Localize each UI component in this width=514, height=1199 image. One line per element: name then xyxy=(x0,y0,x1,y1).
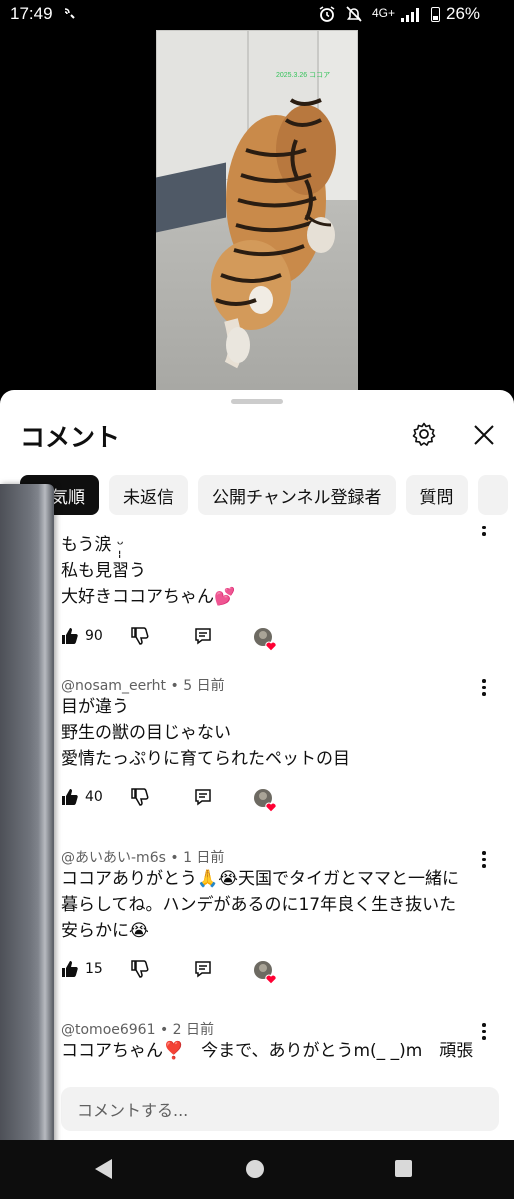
thumbs-down-icon xyxy=(131,627,149,645)
thumbs-down-icon xyxy=(131,788,149,806)
side-overlay-edge xyxy=(38,484,52,1186)
reply-icon xyxy=(195,961,211,978)
home-icon[interactable] xyxy=(246,1160,264,1178)
like-count: 90 xyxy=(85,628,103,644)
sheet-title: コメント xyxy=(20,423,121,452)
battery-percent: 26% xyxy=(446,4,481,23)
reply-button[interactable] xyxy=(194,627,212,645)
comment-line: 野生の獣の目じゃない xyxy=(61,723,231,743)
comment-line: もう涙 ᵕ̩̩ xyxy=(61,535,124,555)
like-count: 15 xyxy=(85,961,103,977)
close-icon xyxy=(474,425,494,445)
comment-actions: 90 xyxy=(61,627,501,653)
chip-more[interactable] xyxy=(477,475,508,515)
status-time: 17:49 xyxy=(10,4,53,23)
gear-icon xyxy=(412,422,436,446)
reply-icon xyxy=(195,789,211,806)
side-overlay-panel xyxy=(0,484,54,1186)
dislike-button[interactable] xyxy=(131,627,149,645)
comment-actions: 40 xyxy=(61,788,501,814)
comment-author[interactable]: @nosam_eerht xyxy=(61,678,166,694)
close-button[interactable] xyxy=(468,419,500,451)
alarm-icon xyxy=(318,5,336,27)
network-type: 4G+ xyxy=(372,6,396,20)
thumbs-up-icon xyxy=(62,961,78,977)
creator-heart xyxy=(253,788,279,814)
back-icon[interactable] xyxy=(95,1159,112,1179)
creator-heart-icon xyxy=(254,789,277,813)
creator-heart xyxy=(253,960,279,986)
battery-icon xyxy=(431,7,440,22)
reply-button[interactable] xyxy=(194,960,212,978)
comment-age: 1 日前 xyxy=(183,850,225,866)
comment-line: 私も見習う xyxy=(61,561,146,581)
comment-header[interactable]: @nosam_eerht • 5 日前 xyxy=(61,675,225,695)
signal-icon xyxy=(401,8,419,22)
comment-author[interactable]: @あいあい-m6s xyxy=(61,850,166,866)
reply-button[interactable] xyxy=(194,788,212,806)
comment-menu-button[interactable] xyxy=(480,851,488,868)
comment-line: ココアちゃん❣️ 今まで、ありがとうm(_ _)m 頑張 xyxy=(61,1041,474,1061)
comment-header[interactable]: @あいあい-m6s • 1 日前 xyxy=(61,847,224,867)
video-player[interactable]: 2025.3.26 ココア xyxy=(0,30,514,390)
dislike-button[interactable] xyxy=(131,788,149,806)
thumbs-up-icon xyxy=(62,789,78,805)
comment-author[interactable]: @tomoe6961 xyxy=(61,1022,156,1038)
chip-questions[interactable]: 質問 xyxy=(405,475,468,515)
comments-sheet: コメント 人気順 未返信 公開チャンネル登録者 質問 もう涙 ᵕ̩̩ 私も見習う… xyxy=(0,390,514,1140)
settings-button[interactable] xyxy=(408,418,440,450)
mute-icon xyxy=(345,5,363,27)
comment-item: @nosam_eerht • 5 日前 目が違う 野生の獣の目じゃない 愛情たっ… xyxy=(0,673,514,843)
reply-icon xyxy=(195,628,211,645)
comment-line: 愛情たっぷりに育てられたペットの目 xyxy=(61,749,350,769)
comment-line: ココアありがとう🙏😭天国でタイガとママと一緒に xyxy=(61,869,460,889)
comment-line: 大好きココアちゃん💕 xyxy=(61,587,236,607)
comment-actions: 15 xyxy=(61,960,501,986)
tiger-image xyxy=(211,98,336,369)
comment-menu-button[interactable] xyxy=(480,525,488,536)
comment-header[interactable]: @tomoe6961 • 2 日前 xyxy=(61,1019,214,1039)
comment-line: 暮らしてね。ハンデがあるのに17年良く生き抜いた xyxy=(61,895,457,915)
comment-age: 2 日前 xyxy=(172,1022,215,1038)
wifi-calling-icon xyxy=(62,6,78,26)
thumbs-down-icon xyxy=(131,960,149,978)
drag-handle[interactable] xyxy=(231,399,283,404)
video-frame[interactable]: 2025.3.26 ココア xyxy=(156,30,358,390)
comment-input[interactable]: コメントする... xyxy=(61,1087,499,1131)
thumbs-up-icon xyxy=(62,628,78,644)
comment-menu-button[interactable] xyxy=(480,1023,488,1040)
comments-list[interactable]: もう涙 ᵕ̩̩ 私も見習う 大好きココアちゃん💕 90 @nosam_eerht… xyxy=(0,525,514,1075)
like-button[interactable]: 40 xyxy=(61,788,103,806)
chip-public-subscribers[interactable]: 公開チャンネル登録者 xyxy=(198,475,396,515)
status-bar: 17:49 4G+ 26% xyxy=(0,0,514,30)
system-nav-bar xyxy=(0,1140,514,1199)
comment-item: もう涙 ᵕ̩̩ 私も見習う 大好きココアちゃん💕 90 xyxy=(0,525,514,667)
creator-heart-icon xyxy=(254,628,277,652)
chip-unreplied[interactable]: 未返信 xyxy=(109,475,188,515)
comment-item: @あいあい-m6s • 1 日前 ココアありがとう🙏😭天国でタイガとママと一緒に… xyxy=(0,845,514,1015)
filter-chips: 人気順 未返信 公開チャンネル登録者 質問 xyxy=(20,475,508,515)
creator-heart xyxy=(253,627,279,653)
video-overlay-text: 2025.3.26 ココア xyxy=(276,72,331,79)
dislike-button[interactable] xyxy=(131,960,149,978)
like-button[interactable]: 15 xyxy=(61,960,103,978)
creator-heart-icon xyxy=(254,961,277,985)
like-button[interactable]: 90 xyxy=(61,627,103,645)
comment-item: @tomoe6961 • 2 日前 ココアちゃん❣️ 今まで、ありがとうm(_ … xyxy=(0,1017,514,1075)
comment-line: 目が違う xyxy=(61,697,129,717)
like-count: 40 xyxy=(85,789,103,805)
recents-icon[interactable] xyxy=(395,1160,412,1177)
comment-menu-button[interactable] xyxy=(480,679,488,696)
comment-age: 5 日前 xyxy=(183,678,225,694)
comment-line: 安らかに😭 xyxy=(61,921,149,941)
